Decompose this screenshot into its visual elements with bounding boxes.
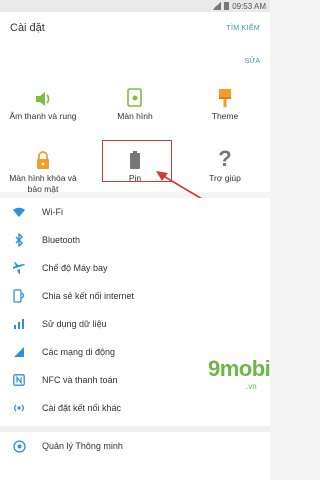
list-item-more-connections[interactable]: Cài đặt kết nối khác [0,394,270,422]
tile-label: Theme [211,111,239,121]
lock-icon [0,146,86,170]
list-item-hotspot[interactable]: Chia sẻ kết nối internet [0,282,270,310]
tile-display[interactable]: Màn hình [92,84,178,122]
list-item-bluetooth[interactable]: Bluetooth [0,226,270,254]
watermark-logo: 9mobi .vn [208,356,271,391]
tile-lock-screen-security[interactable]: Màn hình khóa và bảo mật [0,146,86,195]
watermark-domain: .vn [246,382,257,391]
list-item-label: Sử dụng dữ liệu [42,319,107,329]
status-icons: 09:53 AM [212,0,266,12]
battery-status-icon [224,2,230,10]
watermark-brand: 9mobi [208,356,271,381]
status-time: 09:53 AM [232,1,266,11]
tile-label: Màn hình [117,111,153,121]
speaker-icon [0,84,86,108]
list-item-label: Các mạng di động [42,347,116,357]
list-item-label: Cài đặt kết nối khác [42,403,122,413]
tile-theme[interactable]: Theme [182,84,268,122]
list-item-label: Quản lý Thông minh [42,441,123,451]
mobile-network-icon [12,345,26,359]
nfc-icon [12,373,26,387]
list-item-label: Chia sẻ kết nối internet [42,291,135,301]
more-connections-icon [12,401,26,415]
settings-list: Wi-Fi Bluetooth Chế độ Máy bay Chia sẻ k… [0,198,270,480]
list-item-airplane-mode[interactable]: Chế độ Máy bay [0,254,270,282]
page-title: Cài đặt [10,22,45,34]
smart-manager-icon [12,439,26,453]
brush-icon [182,84,268,108]
list-item-label: Bluetooth [42,235,81,245]
tile-label: Âm thanh và rung [9,111,77,121]
hotspot-icon [12,289,26,303]
list-item-data-usage[interactable]: Sử dụng dữ liệu [0,310,270,338]
list-item-label: Wi-Fi [42,207,63,217]
list-item-wifi[interactable]: Wi-Fi [0,198,270,226]
list-item-smart-manager[interactable]: Quản lý Thông minh [0,432,270,460]
list-item-label: NFC và thanh toán [42,375,118,385]
help-icon: ? [218,146,232,171]
list-item-label: Chế độ Máy bay [42,263,108,273]
data-usage-icon [12,317,26,331]
app-header: Cài đặt TÌM KIẾM [0,12,270,50]
bluetooth-icon [12,233,26,247]
tile-sound-vibration[interactable]: Âm thanh và rung [0,84,86,122]
display-icon [92,84,178,108]
airplane-icon [12,261,26,275]
status-bar: 09:53 AM [0,0,270,12]
signal-icon [212,2,222,10]
edit-button[interactable]: SỬA [245,58,260,65]
tile-label: Màn hình khóa và bảo mật [9,173,77,194]
battery-icon [92,146,178,170]
wifi-icon [12,205,26,219]
search-button[interactable]: TÌM KIẾM [226,25,260,32]
